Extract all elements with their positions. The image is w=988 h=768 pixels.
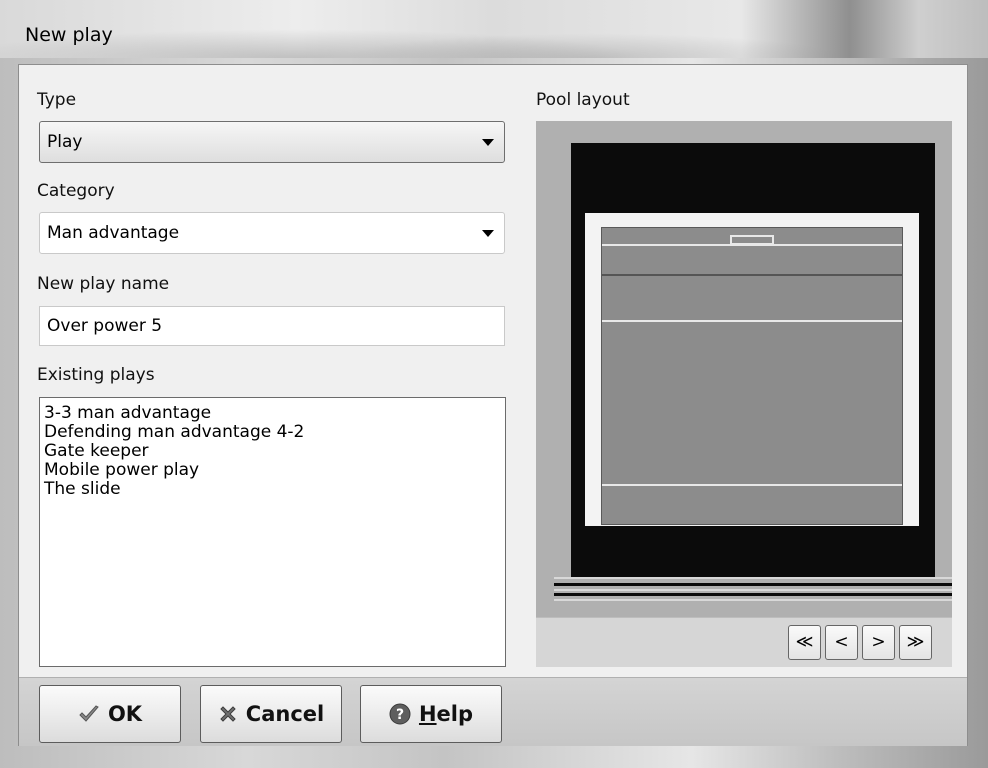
ok-button-label: OK <box>107 702 143 726</box>
existing-plays-label: Existing plays <box>37 365 155 385</box>
category-label: Category <box>37 181 115 201</box>
new-play-dialog: New play Type Play Category Man advantag… <box>0 0 988 768</box>
ok-button[interactable]: OK <box>39 685 181 743</box>
dropdown-arrow-icon <box>482 230 494 237</box>
help-button[interactable]: ? Help <box>360 685 502 743</box>
pool-line <box>602 320 902 322</box>
pool-water <box>601 227 903 525</box>
help-label-rest: elp <box>436 702 474 726</box>
category-dropdown[interactable]: Man advantage <box>39 212 505 254</box>
window-title: New play <box>25 24 113 46</box>
list-item[interactable]: 3-3 man advantage <box>44 404 501 423</box>
type-dropdown-value: Play <box>47 132 83 152</box>
list-item[interactable]: Defending man advantage 4-2 <box>44 423 501 442</box>
list-item[interactable]: Mobile power play <box>44 461 501 480</box>
type-dropdown[interactable]: Play <box>39 121 505 163</box>
pool-line <box>602 244 902 246</box>
pool-line <box>602 274 902 276</box>
question-mark-icon: ? <box>389 703 411 725</box>
last-layout-button[interactable]: ≫ <box>899 625 932 660</box>
button-bar: OK Cancel ? Help <box>19 677 967 746</box>
existing-plays-list[interactable]: 3-3 man advantage Defending man advantag… <box>39 397 506 667</box>
title-bar[interactable]: New play <box>0 0 988 58</box>
first-layout-button[interactable]: ≪ <box>788 625 821 660</box>
pool-layout-label: Pool layout <box>536 90 630 110</box>
pool-edge-line <box>554 583 952 586</box>
play-name-input[interactable] <box>40 307 504 345</box>
pool-edge-line <box>554 599 952 601</box>
pool-nav-toolbar: ≪ < > ≫ <box>536 617 952 667</box>
dialog-client-area: Type Play Category Man advantage New pla… <box>18 64 968 746</box>
help-button-label: Help <box>419 702 473 726</box>
checkmark-icon <box>78 704 100 724</box>
x-cross-icon <box>218 704 238 724</box>
type-label: Type <box>37 90 77 110</box>
dropdown-arrow-icon <box>482 139 494 146</box>
svg-text:?: ? <box>396 707 404 723</box>
cancel-button[interactable]: Cancel <box>200 685 342 743</box>
list-item[interactable]: The slide <box>44 480 501 499</box>
play-name-label: New play name <box>37 274 170 294</box>
pool-edge-line <box>554 593 952 596</box>
list-item[interactable]: Gate keeper <box>44 442 501 461</box>
pool-line <box>602 484 902 486</box>
pool-layout-preview[interactable] <box>536 121 952 617</box>
pool-edge-line <box>554 589 952 591</box>
next-layout-button[interactable]: > <box>862 625 895 660</box>
previous-layout-button[interactable]: < <box>825 625 858 660</box>
pool-edge-line <box>554 577 952 579</box>
help-mnemonic: H <box>418 702 437 726</box>
cancel-button-label: Cancel <box>245 702 325 726</box>
category-dropdown-value: Man advantage <box>47 223 180 243</box>
play-name-field <box>39 306 505 346</box>
